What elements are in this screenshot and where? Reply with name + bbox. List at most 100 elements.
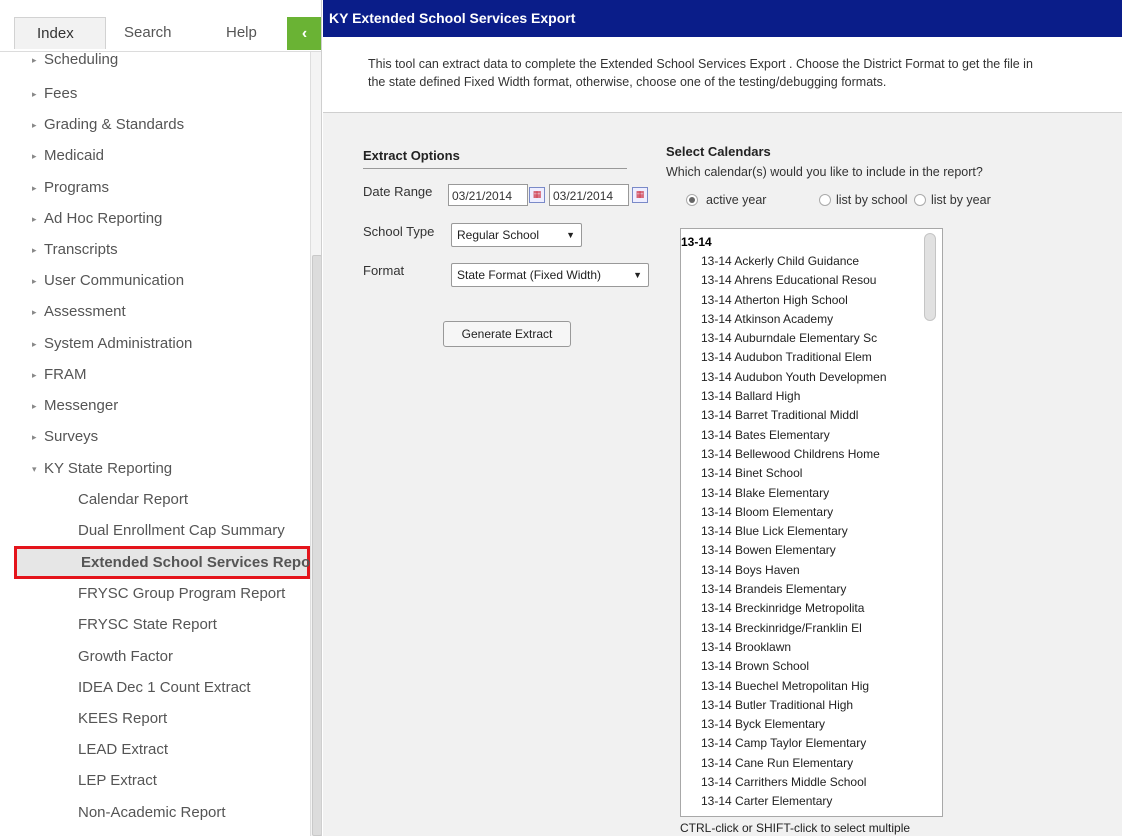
calendar-options: 13-14 Ackerly Child Guidance 13-14 Ahrens… — [701, 252, 887, 812]
radio-list-by-school[interactable] — [819, 194, 831, 206]
calendar-option[interactable]: 13-14 Barret Traditional Middl — [701, 406, 887, 425]
select-calendars-heading: Select Calendars — [666, 144, 771, 159]
triangle-right-icon: ▸ — [32, 369, 37, 380]
triangle-right-icon: ▸ — [32, 88, 37, 99]
triangle-right-icon: ▸ — [32, 306, 37, 317]
nav-scrollbar-thumb[interactable] — [312, 255, 321, 836]
calendar-option[interactable]: 13-14 Boys Haven — [701, 561, 887, 580]
nav-item-label: Assessment — [44, 303, 126, 320]
date-start-input[interactable]: 03/21/2014 — [448, 184, 528, 206]
chevron-down-icon: ▼ — [633, 270, 642, 280]
calendar-option[interactable]: 13-14 Bates Elementary — [701, 426, 887, 445]
calendar-option[interactable]: 13-14 Ackerly Child Guidance — [701, 252, 887, 271]
nav-item-assessment[interactable]: ▸ Assessment — [32, 296, 126, 327]
nav-subitem-calendar-report[interactable]: Calendar Report — [78, 484, 188, 515]
calendar-scrollbar-thumb[interactable] — [924, 233, 936, 321]
calendar-icon[interactable]: ▦ — [632, 187, 648, 203]
nav-item-label: Grading & Standards — [44, 116, 185, 133]
calendar-option[interactable]: 13-14 Brandeis Elementary — [701, 580, 887, 599]
nav-item-medicaid[interactable]: ▸ Medicaid — [32, 140, 104, 171]
date-range-label: Date Range — [363, 184, 433, 199]
nav-item-label: KY State Reporting — [44, 460, 173, 477]
tab-help[interactable]: Help — [226, 17, 257, 49]
format-select[interactable]: State Format (Fixed Width) ▼ — [451, 263, 649, 287]
calendar-option[interactable]: 13-14 Breckinridge/Franklin El — [701, 619, 887, 638]
nav-subitem-dual-enrollment-cap-summary[interactable]: Dual Enrollment Cap Summary — [78, 515, 285, 546]
nav-subitem-kees-report[interactable]: KEES Report — [78, 703, 167, 734]
calendar-option[interactable]: 13-14 Binet School — [701, 464, 887, 483]
tab-search[interactable]: Search — [124, 17, 172, 49]
nav-item-fram[interactable]: ▸ FRAM — [32, 359, 87, 390]
school-type-select[interactable]: Regular School ▼ — [451, 223, 582, 247]
nav-item-label: User Communication — [44, 272, 185, 289]
calendar-option[interactable]: 13-14 Blake Elementary — [701, 484, 887, 503]
calendar-option[interactable]: 13-14 Ahrens Educational Resou — [701, 271, 887, 290]
nav-item-scheduling[interactable]: ▸ Scheduling — [32, 44, 118, 75]
radio-list-by-year[interactable] — [914, 194, 926, 206]
nav-subitem-growth-factor[interactable]: Growth Factor — [78, 641, 173, 672]
triangle-right-icon: ▸ — [32, 431, 37, 442]
triangle-right-icon: ▸ — [32, 244, 37, 255]
calendar-option[interactable]: 13-14 Camp Taylor Elementary — [701, 734, 887, 753]
nav-item-user-communication[interactable]: ▸ User Communication — [32, 265, 184, 296]
nav-item-system-administration[interactable]: ▸ System Administration — [32, 328, 192, 359]
calendar-option[interactable]: 13-14 Bellewood Childrens Home — [701, 445, 887, 464]
collapse-nav-button[interactable]: ‹ — [287, 17, 321, 50]
calendar-option[interactable]: 13-14 Carrithers Middle School — [701, 773, 887, 792]
radio-list-by-school-label: list by school — [836, 193, 908, 207]
calendar-option[interactable]: 13-14 Bowen Elementary — [701, 541, 887, 560]
nav-item-surveys[interactable]: ▸ Surveys — [32, 421, 98, 452]
nav-item-grading-standards[interactable]: ▸ Grading & Standards — [32, 109, 184, 140]
nav-item-fees[interactable]: ▸ Fees — [32, 78, 77, 109]
chevron-down-icon: ▼ — [566, 230, 575, 240]
calendar-option[interactable]: 13-14 Ballard High — [701, 387, 887, 406]
triangle-right-icon: ▸ — [32, 338, 37, 349]
extract-form: Extract Options Date Range 03/21/2014 ▦ … — [323, 113, 1122, 836]
calendar-option[interactable]: 13-14 Atkinson Academy — [701, 310, 887, 329]
nav-subitem-non-academic-report[interactable]: Non-Academic Report — [78, 797, 226, 828]
nav-item-label: Ad Hoc Reporting — [44, 210, 163, 227]
nav-item-messenger[interactable]: ▸ Messenger — [32, 390, 118, 421]
nav-item-label: Scheduling — [44, 51, 119, 68]
nav-subitem-extended-school-services-report[interactable]: Extended School Services Repo — [14, 546, 310, 579]
nav-item-ky-state-reporting[interactable]: ▾ KY State Reporting — [32, 453, 172, 484]
description-line: This tool can extract data to complete t… — [368, 57, 1033, 71]
triangle-right-icon: ▸ — [32, 182, 37, 193]
calendar-option[interactable]: 13-14 Audubon Traditional Elem — [701, 348, 887, 367]
nav-item-programs[interactable]: ▸ Programs — [32, 172, 109, 203]
calendar-option[interactable]: 13-14 Breckinridge Metropolita — [701, 599, 887, 618]
calendar-option[interactable]: 13-14 Bloom Elementary — [701, 503, 887, 522]
nav-subitem-label: Extended School Services Repo — [81, 554, 311, 571]
calendar-option[interactable]: 13-14 Cane Run Elementary — [701, 754, 887, 773]
nav-subitem-frysc-state-report[interactable]: FRYSC State Report — [78, 609, 217, 640]
triangle-right-icon: ▸ — [32, 275, 37, 286]
calendar-option[interactable]: 13-14 Brown School — [701, 657, 887, 676]
calendar-option[interactable]: 13-14 Butler Traditional High — [701, 696, 887, 715]
nav-subitem-idea-dec-1-count-extract[interactable]: IDEA Dec 1 Count Extract — [78, 672, 251, 703]
generate-extract-button[interactable]: Generate Extract — [443, 321, 571, 347]
triangle-right-icon: ▸ — [32, 119, 37, 130]
nav-subitem-lep-extract[interactable]: LEP Extract — [78, 765, 157, 796]
nav-subitem-lead-extract[interactable]: LEAD Extract — [78, 734, 168, 765]
calendar-option[interactable]: 13-14 Audubon Youth Developmen — [701, 368, 887, 387]
calendar-icon[interactable]: ▦ — [529, 187, 545, 203]
nav-item-label: Messenger — [44, 397, 119, 414]
calendar-option[interactable]: 13-14 Buechel Metropolitan Hig — [701, 677, 887, 696]
calendar-option[interactable]: 13-14 Brooklawn — [701, 638, 887, 657]
page-title: KY Extended School Services Export — [323, 0, 1122, 37]
nav-item-transcripts[interactable]: ▸ Transcripts — [32, 234, 118, 265]
date-end-input[interactable]: 03/21/2014 — [549, 184, 629, 206]
format-value: State Format (Fixed Width) — [457, 268, 602, 282]
calendar-listbox[interactable]: 13-14 13-14 Ackerly Child Guidance 13-14 … — [680, 228, 943, 817]
calendar-option[interactable]: 13-14 Carter Elementary — [701, 792, 887, 811]
nav-subitem-frysc-group-program-report[interactable]: FRYSC Group Program Report — [78, 578, 285, 609]
calendar-option[interactable]: 13-14 Auburndale Elementary Sc — [701, 329, 887, 348]
calendar-option[interactable]: 13-14 Atherton High School — [701, 291, 887, 310]
radio-active-year[interactable] — [686, 194, 698, 206]
calendar-option[interactable]: 13-14 Blue Lick Elementary — [701, 522, 887, 541]
nav-item-ad-hoc-reporting[interactable]: ▸ Ad Hoc Reporting — [32, 203, 162, 234]
calendar-option[interactable]: 13-14 Byck Elementary — [701, 715, 887, 734]
format-label: Format — [363, 263, 405, 278]
radio-list-by-year-label: list by year — [931, 193, 991, 207]
extract-options-heading: Extract Options — [363, 148, 460, 163]
